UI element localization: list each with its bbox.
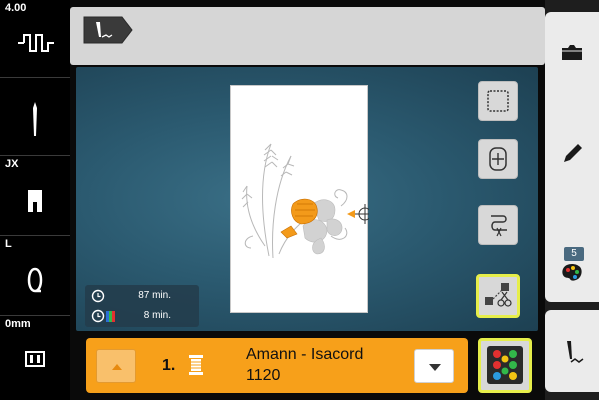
thread-cut-icon — [485, 283, 512, 307]
needle-cell[interactable] — [0, 78, 70, 156]
stitch-pattern-icon — [18, 34, 54, 52]
thread-color-code: 1120 — [246, 367, 281, 384]
color-count-badge: 5 — [564, 247, 584, 261]
hoop-outline-icon — [487, 90, 509, 112]
needle-icon — [33, 102, 37, 136]
color-dots-icon — [487, 346, 523, 384]
folder-icon[interactable] — [560, 42, 584, 62]
embroidery-needle-icon — [567, 341, 584, 363]
hoop-icon — [27, 267, 43, 293]
arrow-down-icon — [429, 364, 441, 371]
feed-dog-icon — [25, 351, 45, 367]
stitch-path-icon — [491, 215, 507, 237]
top-bar — [70, 7, 545, 65]
right-menu-panel: 5 — [545, 12, 599, 302]
embroidery-design-preview — [241, 143, 375, 259]
offset-value: 0mm — [5, 318, 31, 330]
stitch-width-cell[interactable]: 4.00 — [0, 0, 70, 78]
thread-spool-icon — [189, 355, 203, 375]
total-time-value: 87 min. — [138, 290, 171, 301]
hoop-outline-button[interactable] — [478, 81, 518, 121]
palette-icon[interactable] — [560, 262, 584, 282]
right-menu-bar: 5 — [545, 0, 599, 400]
offset-cell[interactable]: 0mm — [0, 316, 70, 400]
color-clock-icon — [91, 309, 115, 323]
color-time-row: 8 min. — [85, 306, 199, 326]
left-status-bar: 4.00 JX L 0mm — [0, 0, 70, 400]
presser-foot-cell[interactable]: JX — [0, 156, 70, 236]
total-time-row: 87 min. — [85, 286, 199, 306]
stitch-time-panel: 87 min. 8 min. — [85, 285, 199, 327]
edit-pencil-icon[interactable] — [560, 142, 584, 166]
hoop-cell[interactable]: L — [0, 236, 70, 316]
thread-index: 1. — [162, 357, 176, 374]
next-color-button[interactable] — [414, 349, 454, 383]
stitch-width-value: 4.00 — [5, 2, 27, 14]
clock-icon — [91, 289, 105, 303]
move-design-button[interactable] — [478, 139, 518, 179]
embroidery-back-icon[interactable] — [82, 15, 134, 45]
color-palette-button[interactable] — [478, 338, 532, 393]
hoop-preview[interactable] — [230, 85, 375, 313]
embroidery-mode-panel[interactable] — [545, 310, 599, 392]
previous-color-button[interactable] — [96, 349, 136, 383]
thread-cut-button[interactable] — [476, 274, 520, 318]
thread-color-bar: 1. Amann - Isacord 1120 — [86, 338, 468, 393]
move-design-icon — [489, 147, 507, 171]
presser-foot-label: JX — [5, 158, 19, 170]
color-time-value: 8 min. — [143, 310, 171, 321]
presser-foot-icon — [28, 190, 42, 212]
stitch-path-button[interactable] — [478, 205, 518, 245]
embroidery-screen: 4.00 JX L 0mm 87 min. 8 min. 1. Amann - … — [0, 0, 599, 400]
arrow-up-icon — [112, 364, 122, 370]
hoop-size-label: L — [5, 238, 12, 250]
thread-brand: Amann - Isacord — [246, 346, 364, 363]
